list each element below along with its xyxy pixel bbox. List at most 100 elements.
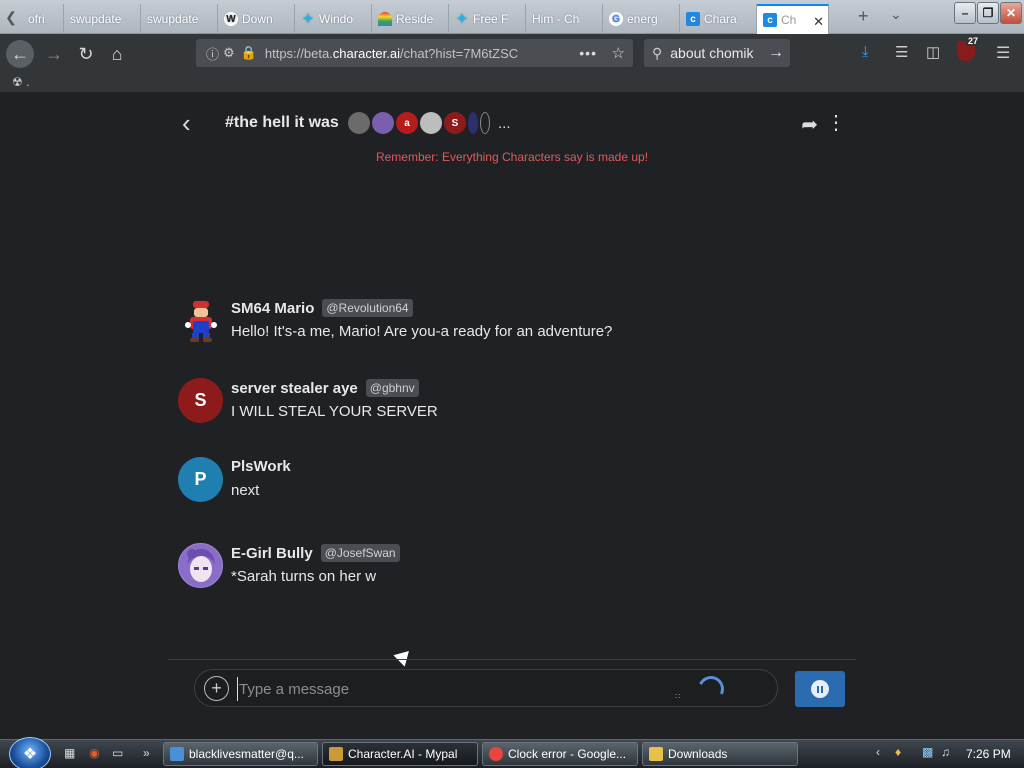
start-button[interactable]: ❖ <box>9 737 51 768</box>
permissions-icon[interactable]: ⚙ <box>223 45 235 61</box>
avatar[interactable]: P <box>178 457 223 502</box>
system-clock[interactable]: 7:26 PM <box>966 747 1011 761</box>
participant-avatar <box>372 112 394 134</box>
bookmark-icon[interactable]: ☢ <box>12 75 23 89</box>
info-icon[interactable]: ⓘ <box>206 44 219 63</box>
google-icon: G <box>609 12 623 26</box>
address-bar[interactable]: ⓘ ⚙ 🔒 https://beta.character.ai/chat?his… <box>196 39 633 67</box>
tab-label: Windo <box>319 12 354 26</box>
sender-name[interactable]: server stealer aye <box>231 380 358 397</box>
restore-icon[interactable]: ❐ <box>977 2 999 24</box>
windows-logo-icon: ❖ <box>22 746 38 763</box>
participant-avatars[interactable]: a S ... <box>348 112 511 134</box>
browser-tab[interactable]: W Down <box>218 4 295 34</box>
lock-icon[interactable]: 🔒 <box>241 45 257 61</box>
computer-quicklaunch-icon[interactable]: ▭ <box>112 746 123 760</box>
quicklaunch-overflow-icon[interactable]: » <box>143 746 150 760</box>
tray-expand-icon[interactable]: ‹ <box>876 745 880 759</box>
more-participants[interactable]: ... <box>498 115 511 132</box>
mario-avatar[interactable] <box>178 298 223 343</box>
hamburger-menu-icon[interactable]: ☰ <box>996 43 1010 63</box>
browser-tab[interactable]: Him - Ch <box>526 4 603 34</box>
participant-avatar <box>420 112 442 134</box>
browser-tab[interactable]: ✦ Windo <box>295 4 372 34</box>
browser-tab[interactable]: Reside <box>372 4 449 34</box>
add-attachment-icon[interactable]: + <box>204 676 229 701</box>
close-window-icon[interactable]: ✕ <box>1000 2 1022 24</box>
taskbar-item-active[interactable]: Character.AI - Mypal <box>322 742 478 766</box>
tab-scroll-left-button[interactable]: ❮ <box>0 4 22 30</box>
sender-name[interactable]: PlsWork <box>231 458 291 475</box>
url-host: character.ai <box>332 45 400 61</box>
library-icon[interactable]: ☰ <box>895 43 908 61</box>
bookmark-label[interactable]: . <box>26 75 29 89</box>
navigation-toolbar: ← → ↻ ⌂ ⓘ ⚙ 🔒 https://beta.character.ai/… <box>0 34 1024 72</box>
creator-handle[interactable]: @Revolution64 <box>322 299 413 317</box>
app-icon <box>329 747 343 761</box>
creator-handle[interactable]: @gbhnv <box>365 379 419 397</box>
participant-avatar <box>468 112 478 134</box>
browser-tab[interactable]: swupdate <box>64 4 141 34</box>
butterfly-icon: ✦ <box>456 11 468 26</box>
chat-page: ‹ #the hell it was a S ... ➦ ⋮ Remember:… <box>0 92 1024 739</box>
new-tab-icon[interactable]: + <box>858 6 869 27</box>
resize-handle-icon[interactable]: ∷ <box>675 692 680 701</box>
home-icon[interactable]: ⌂ <box>103 40 131 68</box>
rainbow-icon <box>378 12 392 26</box>
download-icon[interactable]: ⤓ <box>862 43 869 60</box>
browser-tab[interactable]: swupdate <box>141 4 218 34</box>
taskbar-item[interactable]: Downloads <box>642 742 798 766</box>
message-text: next <box>231 482 260 499</box>
creator-handle[interactable]: @JosefSwan <box>320 544 400 562</box>
sender-name[interactable]: SM64 Mario <box>231 300 314 317</box>
chevron-down-icon[interactable]: ⌄ <box>890 6 902 23</box>
taskbar-item-label: blacklivesmatter@q... <box>189 747 304 761</box>
egirl-avatar-icon <box>179 544 222 587</box>
firefox-quicklaunch-icon[interactable]: ◉ <box>89 746 99 760</box>
avatar[interactable]: S <box>178 378 223 423</box>
character-ai-icon: c <box>763 13 777 27</box>
taskbar-item-label: Clock error - Google... <box>508 747 627 761</box>
share-icon[interactable]: ➦ <box>801 112 818 137</box>
volume-icon[interactable]: ♫ <box>941 745 955 759</box>
browser-tab[interactable]: ✦ Free F <box>449 4 526 34</box>
show-desktop-icon[interactable]: ▦ <box>64 746 75 760</box>
app-icon <box>170 747 184 761</box>
pause-generation-button[interactable] <box>795 671 845 707</box>
tab-label: Reside <box>396 12 434 26</box>
message-header: SM64 Mario @Revolution64 <box>231 299 413 317</box>
sender-name[interactable]: E-Girl Bully <box>231 545 313 562</box>
kebab-menu-icon[interactable]: ⋮ <box>826 110 846 135</box>
chrome-icon <box>489 747 503 761</box>
page-actions-icon[interactable]: ••• <box>579 45 597 61</box>
window-controls: – ❐ ✕ <box>954 2 1022 24</box>
tab-list: ofri swupdate swupdate W Down ✦ Windo Re… <box>22 2 829 34</box>
back-arrow-icon[interactable]: ← <box>6 40 34 68</box>
tab-label: swupdate <box>147 12 199 26</box>
message-input[interactable] <box>237 677 657 701</box>
back-chevron-icon[interactable]: ‹ <box>182 110 191 136</box>
tray-app-icon[interactable]: ♦ <box>895 745 909 759</box>
reload-icon[interactable]: ↻ <box>72 40 100 68</box>
forward-arrow-icon[interactable]: → <box>40 40 68 68</box>
bookmark-star-icon[interactable]: ☆ <box>612 44 625 62</box>
butterfly-icon: ✦ <box>302 11 314 26</box>
minimize-icon[interactable]: – <box>954 2 976 24</box>
network-icon[interactable]: ▩ <box>922 745 936 759</box>
browser-tab[interactable]: G energ <box>603 4 680 34</box>
browser-tab[interactable]: c Chara <box>680 4 757 34</box>
tab-label: ofri <box>28 12 45 26</box>
wordpress-icon: W <box>224 12 238 26</box>
avatar[interactable] <box>178 543 223 588</box>
close-tab-icon[interactable]: ✕ <box>813 14 824 30</box>
bookmarks-bar: ☢ . <box>0 72 1024 92</box>
url-text[interactable]: https://beta.character.ai/chat?hist=7M6t… <box>265 46 565 61</box>
chat-header: ‹ #the hell it was a S ... ➦ ⋮ <box>168 102 856 146</box>
taskbar-item[interactable]: Clock error - Google... <box>482 742 638 766</box>
sidebar-icon[interactable]: ◫ <box>926 43 940 61</box>
search-bar[interactable]: ⚲ about chomik → <box>644 39 790 67</box>
browser-tab[interactable]: ofri <box>22 4 64 34</box>
browser-tab-active[interactable]: c Ch ✕ <box>757 4 829 34</box>
search-go-icon[interactable]: → <box>768 44 784 62</box>
taskbar-item[interactable]: blacklivesmatter@q... <box>163 742 318 766</box>
